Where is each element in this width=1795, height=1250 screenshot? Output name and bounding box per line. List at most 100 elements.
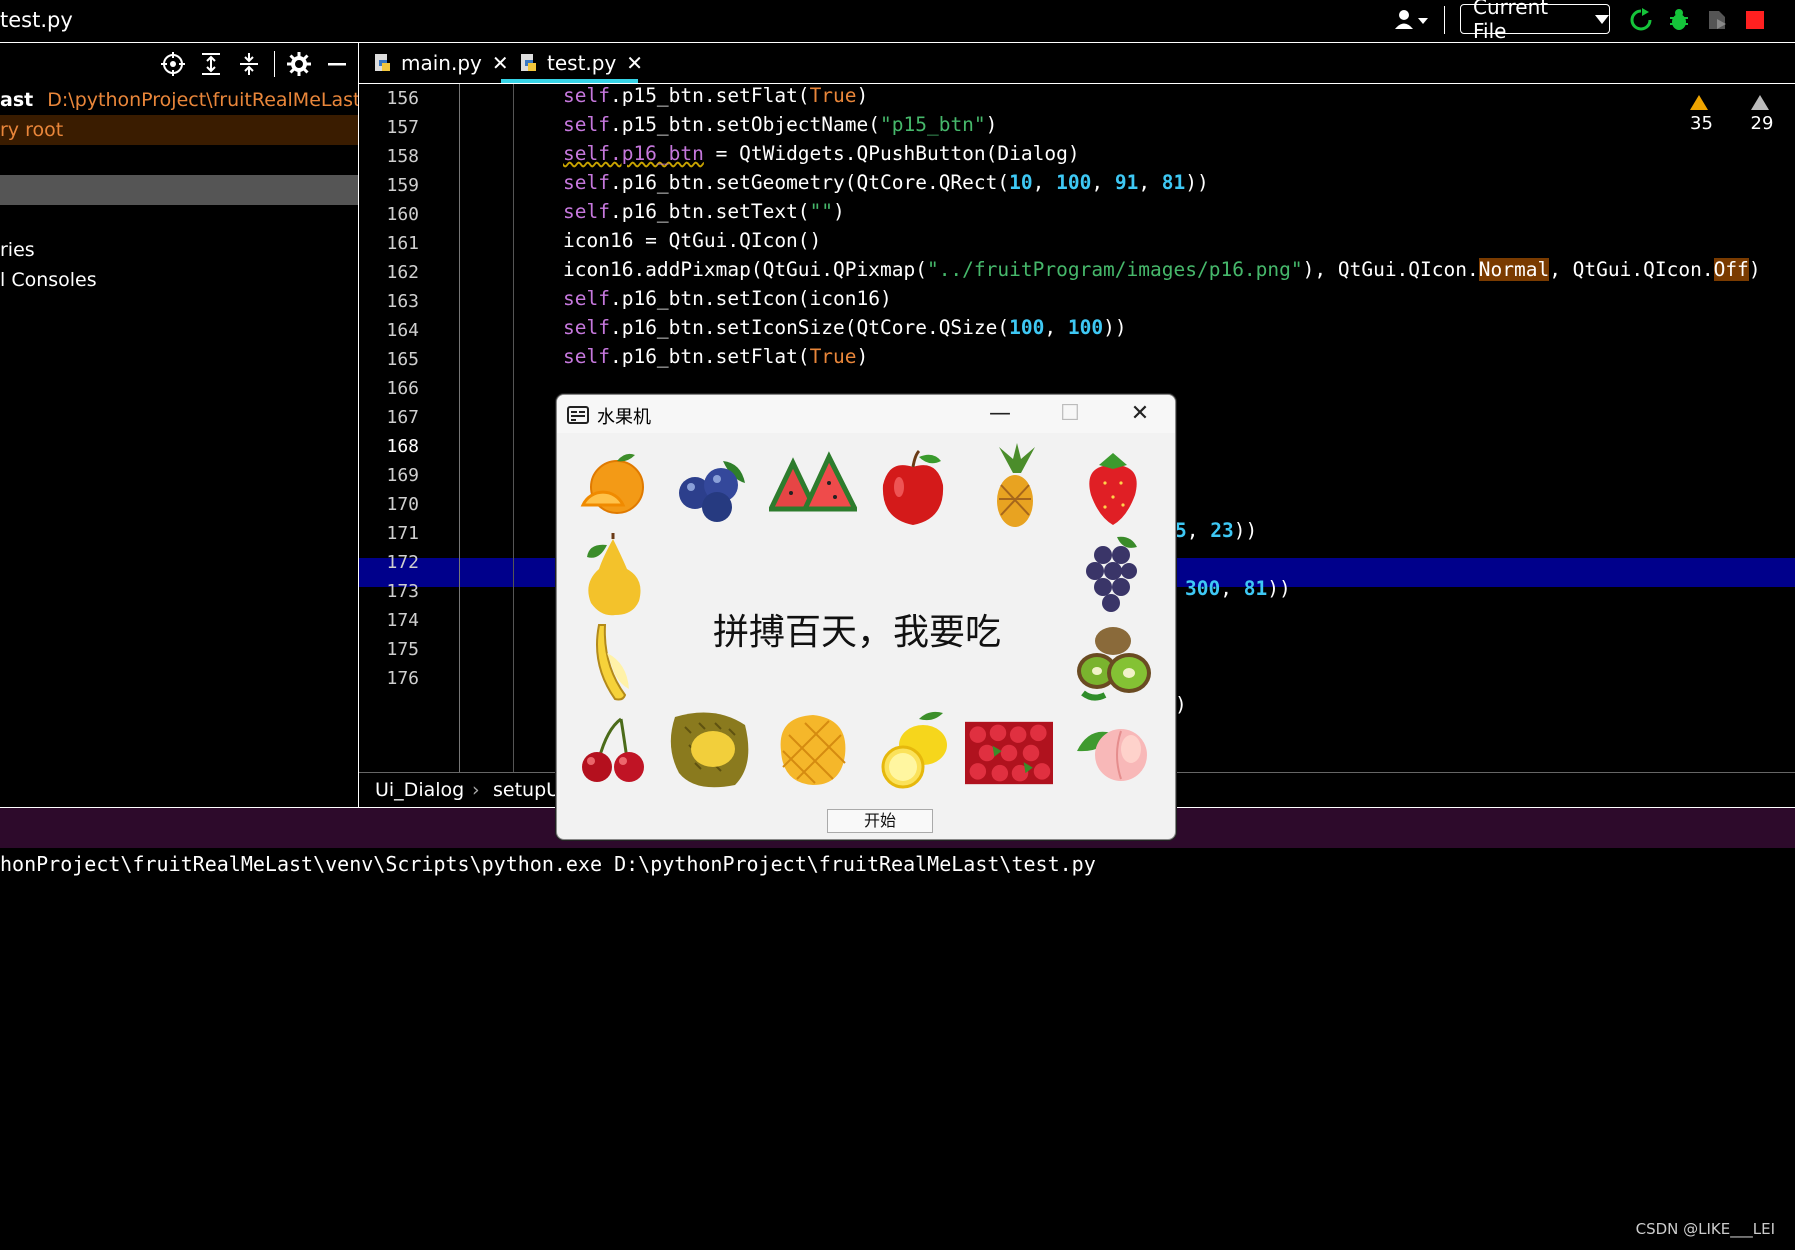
project-toolbar (0, 43, 358, 83)
run-console[interactable] (0, 848, 1795, 1250)
line-number[interactable]: 175 (359, 639, 419, 660)
line-number[interactable]: 164 (359, 320, 419, 341)
expand-all-icon[interactable] (198, 51, 224, 77)
line-number[interactable]: 173 (359, 581, 419, 602)
run-config-dropdown[interactable]: Current File (1460, 0, 1610, 43)
line-number[interactable]: 176 (359, 668, 419, 689)
code-line-163: self.p16_btn.setIcon(icon16) (563, 287, 892, 310)
code-line-158: self.p16_btn = QtWidgets.QPushButton(Dia… (563, 142, 1080, 165)
warning-count[interactable]: 35 (1690, 92, 1735, 134)
toolbar-divider (274, 51, 275, 77)
inspection-widget[interactable]: 35 29 (1690, 92, 1795, 134)
console-output-line: honProject\fruitRealMeLast\venv\Scripts\… (0, 852, 1096, 876)
minimize-icon[interactable]: — (985, 401, 1015, 427)
banana-icon[interactable] (569, 619, 657, 707)
python-file-icon (521, 54, 536, 71)
code-line-160: self.p16_btn.setText("") (563, 200, 845, 223)
tab-main-py[interactable]: main.py ✕ (373, 43, 509, 83)
dialog-titlebar[interactable]: 水果机 — ☐ ✕ (557, 395, 1175, 433)
line-number-gutter: 156 157 158 159 160 161 162 163 164 165 166 167 168 1… (359, 84, 460, 772)
watermelon-icon[interactable] (769, 443, 857, 531)
line-number[interactable]: 158 (359, 146, 419, 167)
rerun-icon[interactable] (1626, 6, 1656, 34)
tree-selected-row[interactable] (0, 175, 358, 205)
close-icon[interactable]: ✕ (626, 51, 643, 75)
gear-icon[interactable] (286, 51, 312, 77)
code-line-159: self.p16_btn.setGeometry(QtCore.QRect(10… (563, 171, 1209, 194)
run-config-label: Current File (1473, 0, 1549, 43)
tree-item-external-libraries[interactable]: ries (0, 235, 358, 265)
user-icon[interactable] (1392, 6, 1432, 34)
bayberry-icon[interactable] (965, 709, 1053, 797)
app-icon (567, 406, 589, 424)
stop-icon[interactable] (1740, 6, 1770, 34)
line-number[interactable]: 162 (359, 262, 419, 283)
locate-crosshair-icon[interactable] (160, 51, 186, 77)
code-line-164: self.p16_btn.setIconSize(QtCore.QSize(10… (563, 316, 1127, 339)
python-file-icon (375, 54, 390, 71)
code-line-157: self.p15_btn.setObjectName("p15_btn") (563, 113, 998, 136)
indent-guide (513, 84, 514, 772)
strawberry-icon[interactable] (1069, 443, 1157, 531)
line-number[interactable]: 168 (359, 436, 419, 457)
project-root-path: D:\pythonProject\fruitRealMeLast (47, 89, 358, 111)
line-number[interactable]: 157 (359, 117, 419, 138)
tree-item-scratches-consoles[interactable]: l Consoles (0, 265, 358, 295)
line-number[interactable]: 172 (359, 552, 419, 573)
code-line-175-tail: ) (1175, 693, 1187, 716)
cherry-icon[interactable] (569, 707, 657, 795)
title-bar: test.py Current File (0, 0, 1795, 43)
active-tab-indicator (501, 79, 638, 83)
project-root-subtitle-row[interactable]: ry root (0, 115, 358, 145)
code-line-165: self.p16_btn.setFlat(True) (563, 345, 869, 368)
pear-icon[interactable] (569, 531, 657, 619)
kiwi-icon[interactable] (1069, 619, 1157, 707)
fruit-machine-dialog: 水果机 — ☐ ✕ 拼搏百天，我要吃 开始 (556, 394, 1176, 840)
line-number[interactable]: 160 (359, 204, 419, 225)
dialog-title: 水果机 (597, 407, 651, 428)
line-number[interactable]: 170 (359, 494, 419, 515)
line-number[interactable]: 161 (359, 233, 419, 254)
line-number[interactable]: 169 (359, 465, 419, 486)
project-root-subtitle: ry root (0, 119, 64, 141)
lemon-icon[interactable] (869, 707, 957, 795)
apple-icon[interactable] (869, 443, 957, 531)
tab-test-py[interactable]: test.py ✕ (519, 43, 643, 83)
blueberry-icon[interactable] (669, 443, 757, 531)
minimize-panel-icon[interactable] (326, 51, 352, 77)
start-button[interactable]: 开始 (827, 809, 933, 833)
coverage-icon[interactable] (1702, 6, 1732, 34)
line-number[interactable]: 159 (359, 175, 419, 196)
peach-icon[interactable] (1069, 707, 1157, 795)
close-icon[interactable]: ✕ (492, 51, 509, 75)
line-number[interactable]: 165 (359, 349, 419, 370)
line-number[interactable]: 156 (359, 88, 419, 109)
line-number[interactable]: 174 (359, 610, 419, 631)
chevron-down-icon (1595, 14, 1609, 24)
grape-icon[interactable] (1069, 531, 1157, 619)
collapse-all-icon[interactable] (236, 51, 262, 77)
line-number[interactable]: 163 (359, 291, 419, 312)
breadcrumb-method[interactable]: setupU (493, 779, 560, 801)
debug-bug-icon[interactable] (1664, 6, 1694, 34)
weak-warning-count[interactable]: 29 (1750, 92, 1795, 134)
project-root-row[interactable]: ast D:\pythonProject\fruitRealMeLast (0, 85, 358, 115)
window-title: test.py (0, 8, 73, 32)
mango-icon[interactable] (769, 707, 857, 795)
line-number[interactable]: 171 (359, 523, 419, 544)
maximize-icon[interactable]: ☐ (1055, 401, 1085, 427)
slogan-label: 拼搏百天，我要吃 (713, 612, 1002, 653)
close-icon[interactable]: ✕ (1125, 401, 1155, 427)
code-line-156: self.p15_btn.setFlat(True) (563, 84, 869, 107)
line-number[interactable]: 167 (359, 407, 419, 428)
pineapple-icon[interactable] (969, 443, 1057, 531)
tab-label: test.py (547, 51, 617, 75)
toolbar-divider (1444, 6, 1445, 34)
project-root-name: ast (0, 89, 34, 111)
orange-icon[interactable] (569, 443, 657, 531)
watermark: CSDN @LIKE___LEI (1635, 1220, 1775, 1238)
breadcrumb-class[interactable]: Ui_Dialog (375, 779, 464, 801)
durian-icon[interactable] (665, 703, 753, 791)
line-number[interactable]: 166 (359, 378, 419, 399)
warning-icon (1690, 95, 1708, 110)
